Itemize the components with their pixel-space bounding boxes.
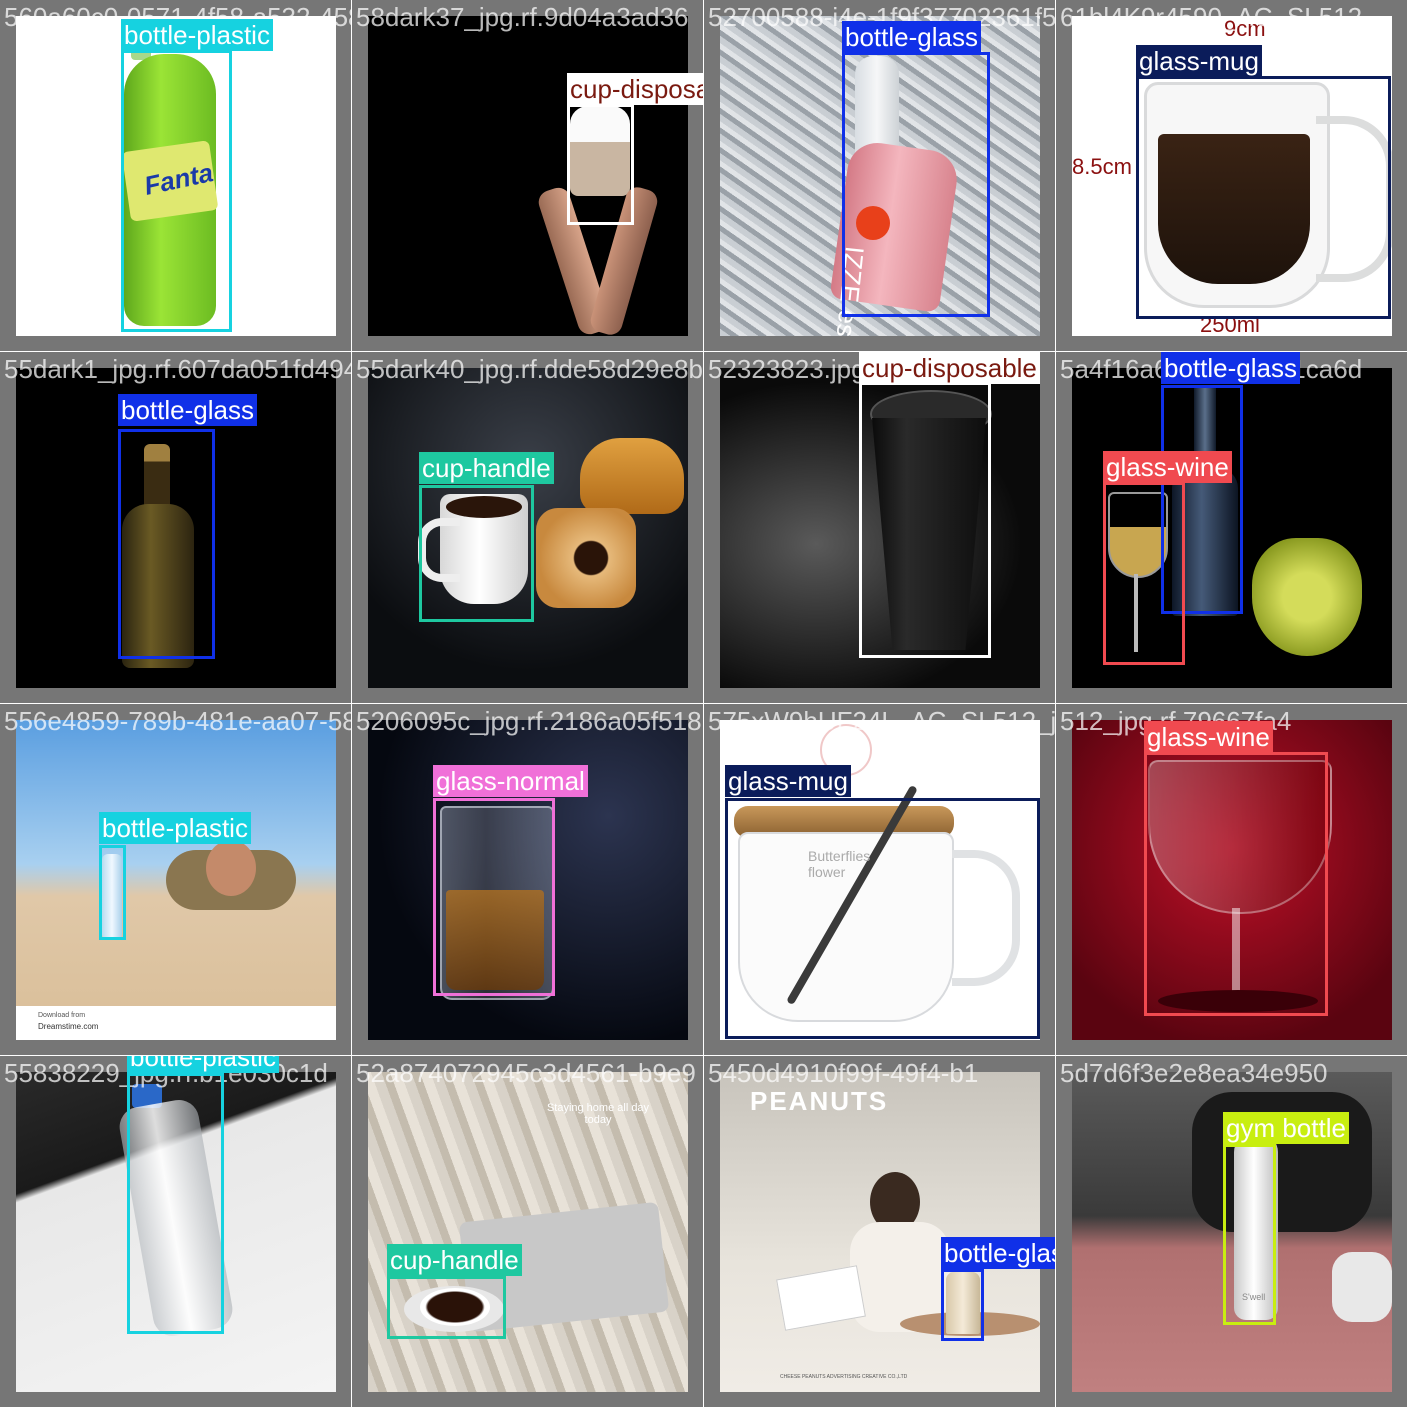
- bounding-box: [567, 104, 634, 225]
- caption-text: Staying home all day today: [546, 1102, 650, 1126]
- dimension-height: 8.5cm: [1072, 154, 1132, 179]
- class-label: cup-disposable: [567, 73, 703, 105]
- photo: Download from Dreamstime.com: [16, 720, 336, 1040]
- class-label: cup-handle: [419, 452, 554, 484]
- class-label: cup-handle: [387, 1244, 522, 1276]
- class-label: bottle-plastic: [99, 812, 251, 844]
- tile: 55dark40_jpg.rf.dde58d29e8be23d3823 cup-…: [352, 352, 704, 704]
- bounding-box: [725, 798, 1040, 1039]
- tile-filename: 575xW9hUF24L_AC_SL512_jpg.rf: [708, 706, 1056, 736]
- tile-filename: 5d7d6f3e2e8ea34e950: [1060, 1058, 1328, 1088]
- tile: 8.5cm 9cm 250ml 61bl4K9r4590_AC_SL512 gl…: [1056, 0, 1408, 352]
- tile: 58dark37_jpg.rf.9d04a3ad36 cup-disposabl…: [352, 0, 704, 352]
- class-label: glass-wine: [1144, 721, 1273, 753]
- photo: [368, 16, 688, 336]
- class-label: cup-disposable: [859, 352, 1040, 384]
- class-label: bottle-glass: [842, 21, 981, 53]
- tile-filename: 55dark1_jpg.rf.607da051fd494dark40_jpg.r…: [4, 354, 351, 384]
- tile: Download from Dreamstime.com 556e4859-78…: [0, 704, 352, 1056]
- tile-filename: 556e4859-789b-481e-aa07-58606950a18: [4, 706, 352, 736]
- watermark-text: Download from: [38, 1012, 86, 1019]
- tile: 5206095c_jpg.rf.2186a05f518b glass-norma…: [352, 704, 704, 1056]
- tile: 5a4f16a6e_jpg.rf.a01ca6d bottle-glass gl…: [1056, 352, 1408, 704]
- photo: Staying home all day today: [368, 1072, 688, 1392]
- class-label: gym bottle: [1223, 1112, 1349, 1144]
- bounding-box: [121, 50, 232, 332]
- tile-filename: 58dark37_jpg.rf.9d04a3ad36: [356, 2, 689, 32]
- tile-filename: 55dark40_jpg.rf.dde58d29e8be23d3823: [356, 354, 703, 384]
- chocolate-croissant: [536, 508, 636, 608]
- tile: 55838229_jpg.rf.b1e030c1d bottle-plastic: [0, 1056, 352, 1408]
- detection-mosaic: Fanta 560a60c0-0571-4f58-a532-4580a3d7fd…: [0, 0, 1408, 1408]
- class-label: bottle-plastic: [121, 19, 273, 51]
- tile: PEANUTS CHEESE PEANUTS ADVERTISING CREAT…: [704, 1056, 1056, 1408]
- class-label: glass-normal: [433, 765, 588, 797]
- class-label: glass-wine: [1103, 451, 1232, 483]
- class-label: glass-mug: [725, 765, 851, 797]
- sneaker: [1332, 1252, 1392, 1322]
- bounding-box: [941, 1269, 984, 1341]
- tile: 52323823.jpg.rf cup-disposable: [704, 352, 1056, 704]
- bounding-box: [1136, 76, 1391, 319]
- bounding-box: [118, 429, 215, 659]
- croissant: [580, 438, 684, 514]
- tile: Fanta 560a60c0-0571-4f58-a532-4580a3d7fd…: [0, 0, 352, 352]
- bounding-box: [127, 1073, 224, 1334]
- tile: 512_jpg.rf.79667fa4 glass-wine: [1056, 704, 1408, 1056]
- bounding-box: [1103, 482, 1185, 665]
- bounding-box: [1144, 752, 1328, 1016]
- tile: Staying home all day today 52a874072945c…: [352, 1056, 704, 1408]
- bounding-box: [387, 1276, 506, 1339]
- man-face: [206, 840, 256, 896]
- watermark-site: Dreamstime.com: [38, 1022, 99, 1031]
- tile-filename: 5450d4910f99f-49f4-b1: [708, 1058, 979, 1088]
- tile-filename: 52a874072945c3d4561-b9e9: [356, 1058, 696, 1088]
- bounding-box: [842, 52, 990, 317]
- tile: S'well 5d7d6f3e2e8ea34e950 gym bottle: [1056, 1056, 1408, 1408]
- peanuts-logo: PEANUTS: [750, 1086, 889, 1116]
- class-label: bottle-glass: [118, 394, 257, 426]
- bounding-box: [419, 485, 534, 622]
- open-book: [776, 1265, 866, 1331]
- class-label: glass-mug: [1136, 45, 1262, 77]
- bounding-box: [99, 845, 126, 940]
- tile: 55dark1_jpg.rf.607da051fd494dark40_jpg.r…: [0, 352, 352, 704]
- tile: Butterflies flower 575xW9hUF24L_AC_SL512…: [704, 704, 1056, 1056]
- bounding-box: [433, 798, 555, 996]
- tile-filename: 5206095c_jpg.rf.2186a05f518b: [356, 706, 704, 736]
- photo: PEANUTS CHEESE PEANUTS ADVERTISING CREAT…: [720, 1072, 1040, 1392]
- bounding-box: [859, 382, 991, 658]
- class-label: bottle-plastic: [127, 1056, 279, 1073]
- bounding-box: [1223, 1144, 1276, 1325]
- class-label: bottle-glass: [941, 1237, 1055, 1269]
- tile: IZZE esque 52700588-i4e-1f9f37702361f5lo…: [704, 0, 1056, 352]
- class-label: bottle-glass: [1161, 352, 1300, 384]
- tile-filename: 61bl4K9r4590_AC_SL512: [1060, 2, 1363, 32]
- grapes: [1252, 538, 1362, 656]
- footer-text: CHEESE PEANUTS ADVERTISING CREATIVE CO.,…: [780, 1374, 908, 1380]
